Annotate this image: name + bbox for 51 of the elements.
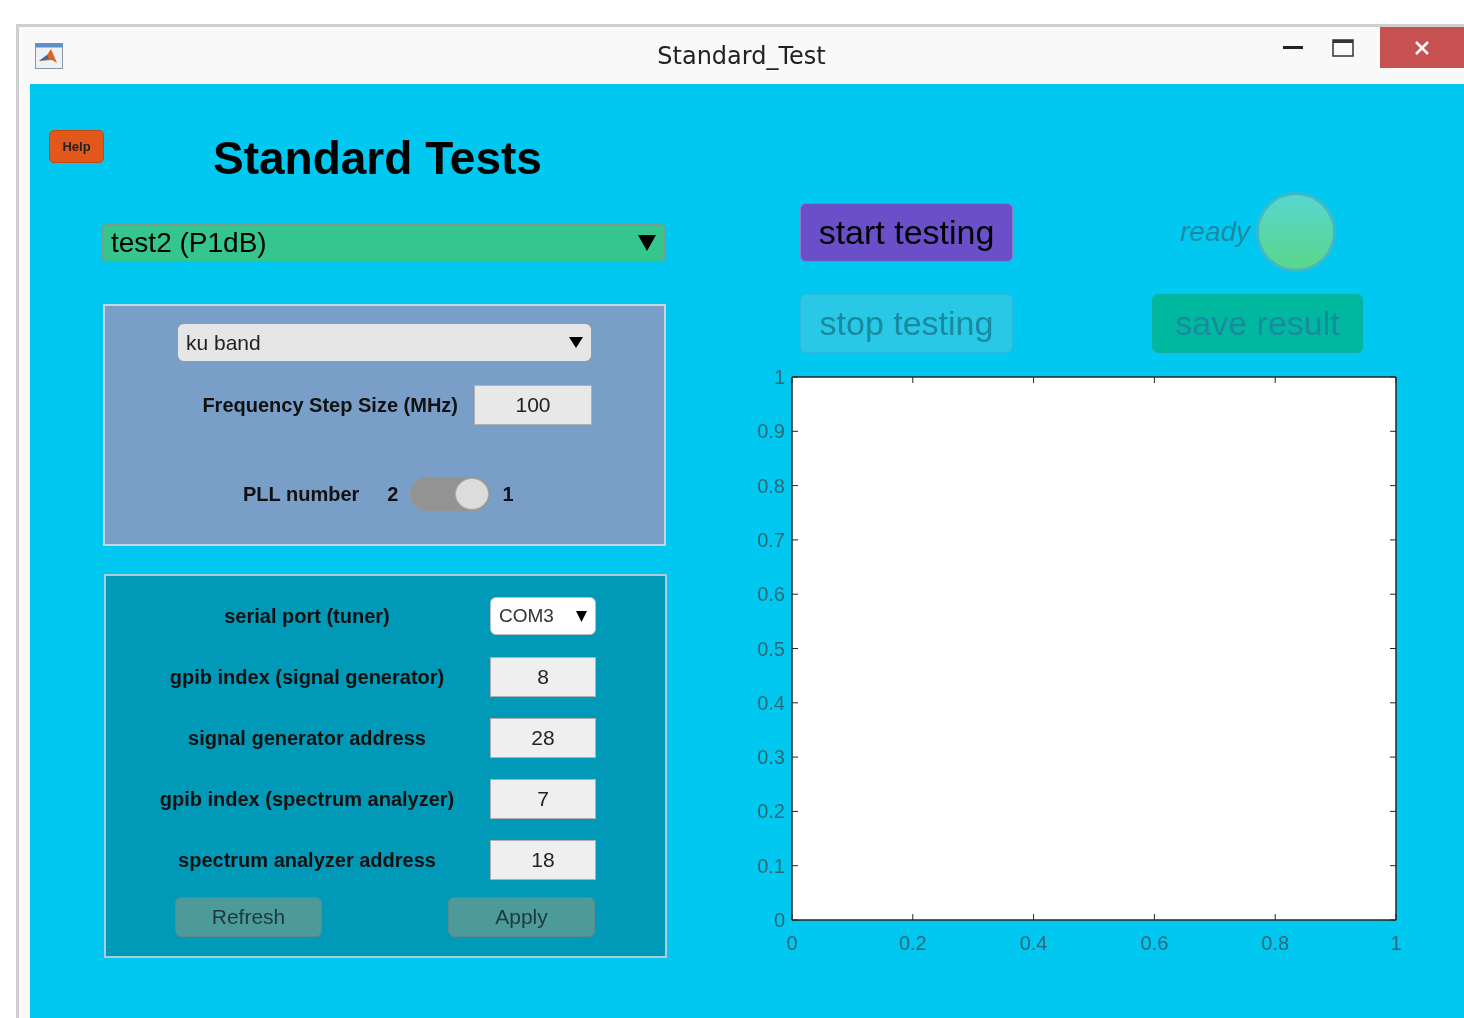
x-tick-label: 0 [786, 932, 798, 954]
input-field[interactable]: 8 [490, 657, 596, 697]
switch-option-label: 2 [387, 482, 399, 506]
dropdown-arrow-icon [576, 610, 587, 622]
field-label: gpib index (spectrum analyzer) [158, 787, 456, 811]
input-field[interactable]: 28 [490, 718, 596, 758]
close-icon [1414, 39, 1430, 56]
input-field[interactable]: 18 [490, 840, 596, 880]
help-button[interactable]: Help [49, 130, 104, 163]
status-label: ready [1180, 216, 1251, 248]
x-tick-label: 0.8 [1261, 932, 1290, 954]
field-label: signal generator address [187, 726, 427, 750]
y-tick-label: 0.5 [757, 637, 785, 660]
field-label: Frequency Step Size (MHz) [202, 393, 458, 417]
y-tick-label: 0.9 [757, 420, 785, 443]
dropdown-arrow-icon [638, 235, 656, 251]
x-tick-label: 0.2 [898, 932, 927, 954]
y-tick-label: 0.4 [757, 691, 785, 714]
switch-label: PLL number [243, 482, 360, 506]
x-tick-label: 0.6 [1140, 932, 1169, 954]
minimize-icon [1283, 45, 1303, 50]
test-dropdown[interactable]: test2 (P1dB) [102, 224, 665, 262]
y-tick-label: 0.1 [757, 854, 785, 877]
apply-button[interactable]: Apply [448, 897, 595, 937]
maximize-icon [1332, 38, 1354, 57]
y-tick-label: 0.3 [757, 746, 785, 769]
y-tick-label: 0.6 [757, 583, 785, 606]
input-field[interactable]: 100 [474, 385, 592, 425]
switch-option-label: 1 [502, 482, 514, 506]
app-icon [35, 42, 63, 69]
x-tick-label: 0.4 [1019, 932, 1048, 954]
y-tick-label: 1 [773, 366, 785, 388]
start-button[interactable]: start testing [800, 202, 1013, 262]
window-title: Standard_Test [657, 41, 826, 70]
x-tick-label: 1 [1390, 932, 1402, 954]
page-heading: Standard Tests [213, 132, 542, 184]
toggle-switch[interactable] [410, 477, 491, 511]
y-tick-label: 0.8 [757, 474, 785, 497]
field-label: spectrum analyzer address [177, 848, 437, 872]
switch-thumb[interactable] [455, 478, 490, 510]
refresh-button[interactable]: Refresh [175, 897, 322, 937]
field-label: gpib index (signal generator) [168, 665, 446, 689]
dropdown-arrow-icon [569, 337, 583, 348]
port-dropdown[interactable]: COM3 [490, 597, 596, 635]
input-field[interactable]: 7 [490, 779, 596, 819]
y-tick-label: 0 [773, 909, 785, 931]
y-tick-label: 0.2 [757, 800, 785, 823]
field-label: serial port (tuner) [223, 604, 391, 628]
close-button[interactable] [1380, 27, 1464, 68]
band-dropdown[interactable]: ku band [177, 323, 592, 362]
y-tick-label: 0.7 [757, 528, 785, 551]
